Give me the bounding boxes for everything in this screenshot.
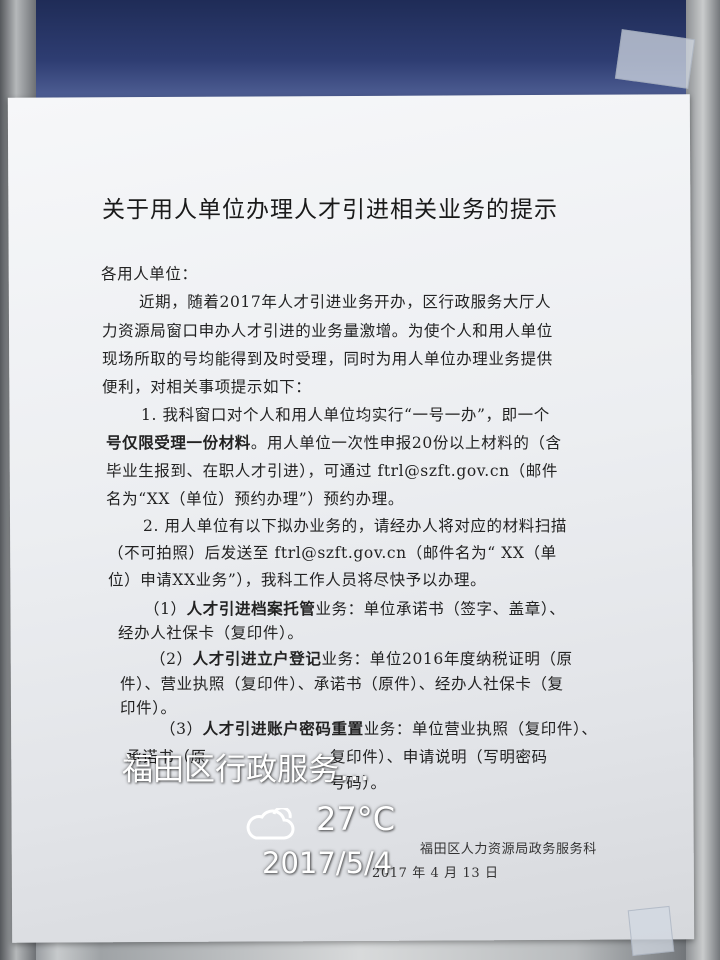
para1-line1: 近期，随着2017年人才引进业务开办，区行政服务大厅人 [139, 293, 552, 311]
notice-signature: 福田区人力资源局政务服务科 [420, 842, 597, 857]
sub2-line3: 印件）。 [120, 699, 177, 717]
item2-line3: 位）申请XX业务”），我科工作人员将尽快予以办理。 [108, 571, 487, 589]
sub1-rest: 业务：单位承诺书（签字、盖章）、 [315, 600, 566, 618]
sub1-number: （1） [144, 600, 187, 618]
tape-bottom-right [627, 905, 675, 957]
sub1-line1: （1）人才引进档案托管业务：单位承诺书（签字、盖章）、 [144, 597, 565, 619]
sub3-rest: 业务：单位营业执照（复印件）、 [363, 720, 598, 738]
item1-line4: 名为“XX（单位）预约办理”）预约办理。 [106, 490, 404, 508]
sub2-bold: 人才引进立户登记 [192, 649, 322, 668]
sub1-bold: 人才引进档案托管 [186, 599, 316, 618]
item2-line1: 2. 用人单位有以下拟办业务的，请经办人将对应的材料扫描 [143, 517, 568, 535]
para1-line3: 现场所取的号均能得到及时受理，同时为用人单位办理业务提供 [102, 350, 553, 368]
item1-line2-rest: 。用人单位一次性申报20份以上材料的（含 [250, 434, 562, 452]
tape-top-right [614, 29, 696, 89]
sub3-line1: （3）人才引进账户密码重置业务：单位营业执照（复印件）、 [160, 717, 597, 739]
cloudy-icon [246, 808, 295, 840]
sub3-bold: 人才引进账户密码重置 [202, 719, 364, 738]
item1-bold: 号仅限受理一份材料 [106, 433, 251, 452]
item1-line3: 毕业生报到、在职人才引进），可通过 ftrl@szft.gov.cn（邮件 [106, 462, 558, 480]
sub2-line2: 件）、营业执照（复印件）、承诺书（原件）、经办人社保卡（复 [120, 675, 564, 693]
sub2-rest: 业务：单位2016年度纳税证明（原 [321, 650, 573, 668]
watermark-date: 2017/5/4 [262, 846, 393, 880]
sub1-line2: 经办人社保卡（复印件）。 [118, 624, 304, 642]
greeting: 各用人单位： [101, 265, 198, 283]
sub3-number: （3） [160, 720, 203, 738]
watermark-temperature: 27°C [316, 800, 396, 838]
para1-line2: 力资源局窗口申办人才引进的业务量激增。为使个人和用人单位 [102, 322, 553, 340]
notice-title: 关于用人单位办理人才引进相关业务的提示 [102, 197, 558, 223]
item1-line2: 号仅限受理一份材料。用人单位一次性申报20份以上材料的（含 [106, 431, 562, 453]
para1-line4: 便利，对相关事项提示如下： [102, 378, 312, 396]
wall-background [0, 0, 720, 110]
item2-line2: （不可拍照）后发送至 ftrl@szft.gov.cn（邮件名为“ XX（单 [108, 544, 557, 562]
sub2-number: （2） [150, 650, 193, 668]
item1-line1: 1. 我科窗口对个人和用人单位均实行“一号一办”，即一个 [141, 406, 550, 424]
watermark-location: 福田区行政服务… [122, 752, 370, 788]
sub2-line1: （2）人才引进立户登记业务：单位2016年度纳税证明（原 [150, 647, 573, 669]
